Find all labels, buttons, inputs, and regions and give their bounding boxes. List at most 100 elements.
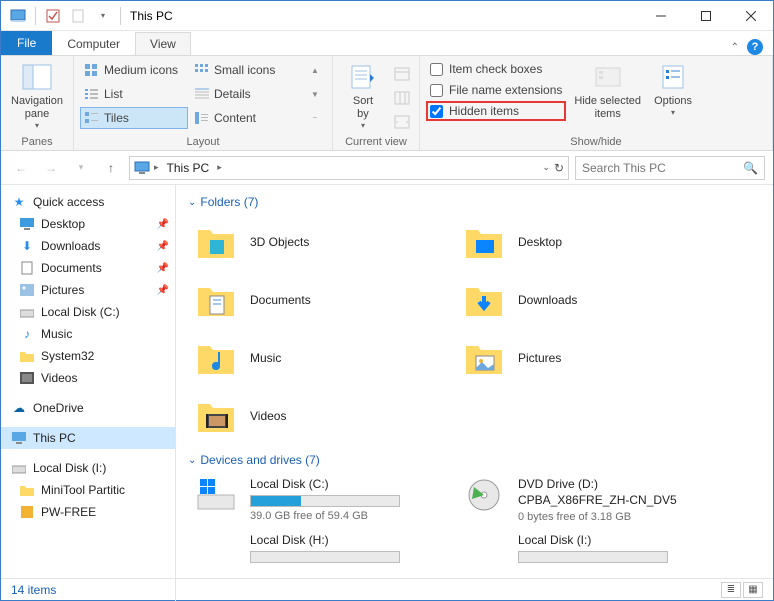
usage-bar bbox=[250, 495, 400, 507]
address-bar: ← → ▾ ↑ ▸ This PC ▸ ⌄ ↻ 🔍 bbox=[1, 151, 773, 185]
layout-details[interactable]: Details bbox=[190, 83, 298, 105]
group-panes: Navigation pane ▾ Panes bbox=[1, 56, 74, 150]
tree-pictures[interactable]: Pictures📌 bbox=[1, 279, 175, 301]
pin-icon: 📌 bbox=[157, 285, 169, 296]
folder-pictures[interactable]: Pictures bbox=[462, 333, 712, 383]
sort-by-button[interactable]: Sort by ▾ bbox=[339, 59, 387, 132]
folder-documents[interactable]: Documents bbox=[194, 275, 444, 325]
ribbon: Navigation pane ▾ Panes Medium icons Sma… bbox=[1, 55, 773, 151]
navigation-tree[interactable]: ★Quick access Desktop📌 ⬇Downloads📌 Docum… bbox=[1, 185, 176, 601]
help-icon[interactable]: ? bbox=[747, 39, 763, 55]
workspace: ★Quick access Desktop📌 ⬇Downloads📌 Docum… bbox=[1, 185, 773, 601]
close-button[interactable] bbox=[728, 1, 773, 30]
pictures-folder-icon bbox=[462, 336, 506, 380]
large-icons-toggle[interactable]: ▦ bbox=[743, 582, 763, 598]
drive-h[interactable]: Local Disk (H:) bbox=[194, 531, 444, 571]
layout-list[interactable]: List bbox=[80, 83, 188, 105]
folder-videos[interactable]: Videos bbox=[194, 391, 444, 441]
star-icon: ★ bbox=[11, 194, 27, 210]
layout-medium-icons[interactable]: Medium icons bbox=[80, 59, 188, 81]
tree-pwfree[interactable]: PW-FREE bbox=[1, 501, 175, 523]
chevron-right-icon[interactable]: ▸ bbox=[154, 162, 159, 173]
tree-onedrive[interactable]: ☁OneDrive bbox=[1, 397, 175, 419]
tree-videos[interactable]: Videos bbox=[1, 367, 175, 389]
qat-checkbox-icon[interactable] bbox=[42, 5, 64, 27]
sort-by-icon bbox=[347, 61, 379, 93]
tab-view[interactable]: View bbox=[135, 32, 191, 55]
tiles-icon bbox=[84, 110, 100, 126]
tree-minitool[interactable]: MiniTool Partitic bbox=[1, 479, 175, 501]
breadcrumb-this-pc[interactable]: This PC bbox=[163, 161, 214, 175]
content-pane[interactable]: ⌄Folders (7) 3D Objects Desktop Document… bbox=[176, 185, 773, 601]
search-input[interactable] bbox=[582, 161, 743, 175]
navigation-pane-button[interactable]: Navigation pane ▾ bbox=[7, 59, 67, 132]
drive-i[interactable]: Local Disk (I:) bbox=[462, 531, 712, 571]
tree-quick-access[interactable]: ★Quick access bbox=[1, 191, 175, 213]
minimize-ribbon-icon[interactable]: ⌃ bbox=[731, 42, 739, 53]
maximize-button[interactable] bbox=[683, 1, 728, 30]
search-box[interactable]: 🔍 bbox=[575, 156, 765, 180]
tree-desktop[interactable]: Desktop📌 bbox=[1, 213, 175, 235]
pin-icon: 📌 bbox=[157, 219, 169, 230]
back-button[interactable]: ← bbox=[9, 156, 33, 180]
folder-music[interactable]: Music bbox=[194, 333, 444, 383]
documents-folder-icon bbox=[194, 278, 238, 322]
window-title: This PC bbox=[130, 9, 173, 23]
tab-computer[interactable]: Computer bbox=[52, 32, 135, 55]
usage-bar bbox=[518, 551, 668, 563]
documents-icon bbox=[19, 260, 35, 276]
layout-tiles[interactable]: Tiles bbox=[80, 107, 188, 129]
breadcrumb[interactable]: ▸ This PC ▸ ⌄ ↻ bbox=[129, 156, 569, 180]
tree-downloads[interactable]: ⬇Downloads📌 bbox=[1, 235, 175, 257]
tree-local-c[interactable]: Local Disk (C:) bbox=[1, 301, 175, 323]
tree-this-pc[interactable]: This PC bbox=[1, 427, 175, 449]
3d-objects-icon bbox=[194, 220, 238, 264]
onedrive-icon: ☁ bbox=[11, 400, 27, 416]
drive-c[interactable]: Local Disk (C:) 39.0 GB free of 59.4 GB bbox=[194, 475, 444, 523]
folder-desktop[interactable]: Desktop bbox=[462, 217, 712, 267]
file-name-extensions-checkbox[interactable]: File name extensions bbox=[426, 80, 566, 100]
layout-content[interactable]: Content bbox=[190, 107, 298, 129]
layout-small-icons[interactable]: Small icons bbox=[190, 59, 298, 81]
folders-section-header[interactable]: ⌄Folders (7) bbox=[188, 195, 763, 209]
group-layout: Medium icons Small icons List Details Ti… bbox=[74, 56, 333, 150]
desktop-icon bbox=[19, 216, 35, 232]
disk-icon bbox=[462, 531, 506, 571]
address-dropdown-icon[interactable]: ⌄ bbox=[542, 162, 550, 173]
videos-icon bbox=[19, 370, 35, 386]
refresh-icon[interactable]: ↻ bbox=[554, 161, 564, 175]
item-check-boxes-checkbox[interactable]: Item check boxes bbox=[426, 59, 566, 79]
layout-more[interactable]: ⎯ bbox=[304, 107, 326, 129]
forward-button: → bbox=[39, 156, 63, 180]
qat-dropdown-icon[interactable]: ▾ bbox=[92, 5, 114, 27]
layout-scroll-up[interactable]: ▲ bbox=[304, 59, 326, 81]
item-count: 14 items bbox=[11, 583, 56, 597]
details-view-toggle[interactable]: ≣ bbox=[721, 582, 741, 598]
devices-section-header[interactable]: ⌄Devices and drives (7) bbox=[188, 453, 763, 467]
layout-scroll-down[interactable]: ▼ bbox=[304, 83, 326, 105]
disk-icon bbox=[194, 531, 238, 571]
downloads-icon: ⬇ bbox=[19, 238, 35, 254]
tab-file[interactable]: File bbox=[1, 31, 52, 55]
videos-folder-icon bbox=[194, 394, 238, 438]
pc-icon bbox=[134, 161, 150, 175]
quick-access-toolbar: ▾ bbox=[7, 5, 124, 27]
drive-d[interactable]: DVD Drive (D:) CPBA_X86FRE_ZH-CN_DV5 0 b… bbox=[462, 475, 712, 523]
tree-music[interactable]: ♪Music bbox=[1, 323, 175, 345]
status-bar: 14 items ≣ ▦ bbox=[1, 578, 773, 600]
options-button[interactable]: Options ▾ bbox=[649, 59, 697, 119]
downloads-folder-icon bbox=[462, 278, 506, 322]
tree-system32[interactable]: System32 bbox=[1, 345, 175, 367]
folder-3d-objects[interactable]: 3D Objects bbox=[194, 217, 444, 267]
qat-document-icon[interactable] bbox=[67, 5, 89, 27]
medium-icons-icon bbox=[84, 62, 100, 78]
tree-documents[interactable]: Documents📌 bbox=[1, 257, 175, 279]
hidden-items-checkbox[interactable]: Hidden items bbox=[426, 101, 566, 121]
up-button[interactable]: ↑ bbox=[99, 156, 123, 180]
tree-local-i[interactable]: Local Disk (I:) bbox=[1, 457, 175, 479]
minimize-button[interactable] bbox=[638, 1, 683, 30]
folder-downloads[interactable]: Downloads bbox=[462, 275, 712, 325]
recent-locations-button[interactable]: ▾ bbox=[69, 156, 93, 180]
search-icon[interactable]: 🔍 bbox=[743, 161, 758, 175]
chevron-right-icon[interactable]: ▸ bbox=[217, 162, 222, 173]
